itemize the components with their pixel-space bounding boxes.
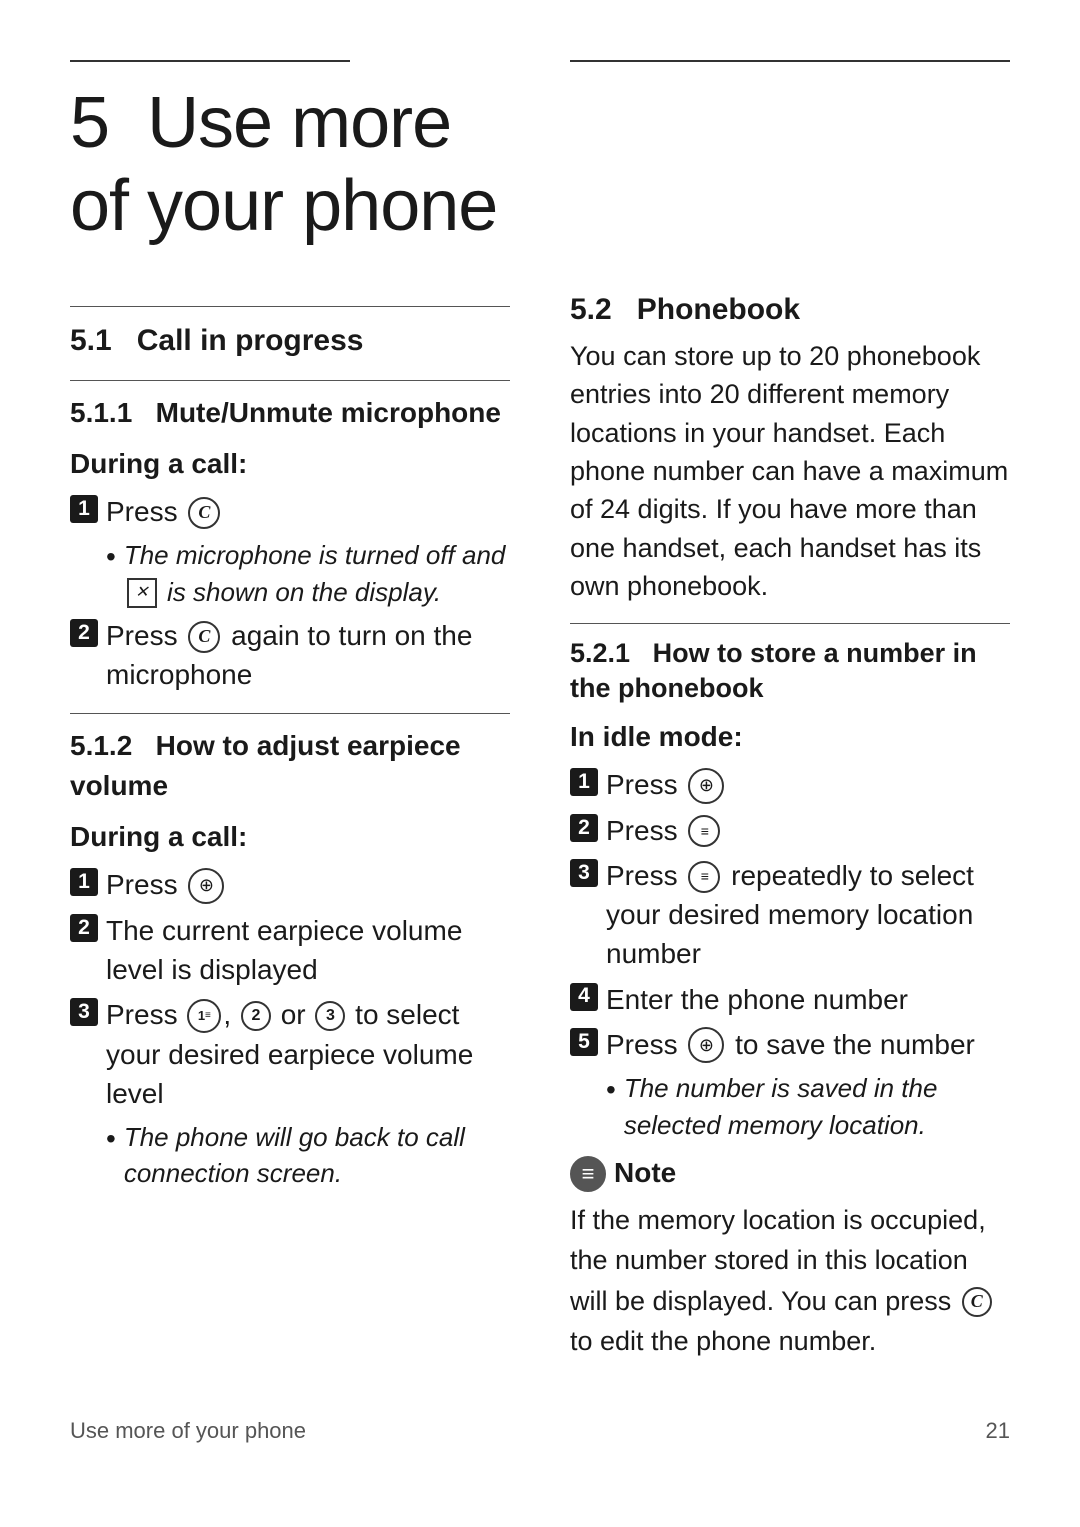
step-512-2: 2 The current earpiece volume level is d…	[70, 911, 510, 989]
icon-menu-521-3: ≡	[688, 861, 720, 893]
icon-c-unmute: C	[188, 621, 220, 653]
icon-nav-512-1: ⊕	[188, 868, 224, 904]
during-label-511: During a call:	[70, 444, 510, 485]
step-521-3: 3 Press ≡ repeatedly to select your desi…	[570, 856, 1010, 974]
step-num-2: 2	[70, 619, 98, 647]
heading-512: 5.1.2 How to adjust earpiece volume	[70, 726, 510, 807]
steps-512: 1 Press ⊕ 2 The current earpiece volume …	[70, 865, 510, 1191]
step-text-521-5: Press ⊕ to save the number	[606, 1025, 1010, 1065]
col-right: 5.2 Phonebook You can store up to 20 pho…	[570, 288, 1010, 1386]
footer-text: Use more of your phone	[70, 1415, 306, 1447]
note-icon: ≡	[570, 1156, 606, 1192]
step-512-3: 3 Press 1≡, 2 or 3 to select your desire…	[70, 995, 510, 1113]
divider-512	[70, 713, 510, 714]
icon-c-note: C	[962, 1287, 992, 1317]
heading-52: 5.2 Phonebook	[570, 293, 800, 326]
heading-521: 5.2.1 How to store a number in the phone…	[570, 636, 1010, 706]
top-rule-right	[570, 60, 1010, 62]
icon-nav-521-1: ⊕	[688, 768, 724, 804]
top-rule-left	[70, 60, 350, 62]
step-num-512-2: 2	[70, 914, 98, 942]
heading-51: 5.1 Call in progress	[70, 319, 510, 363]
step-512-1: 1 Press ⊕	[70, 865, 510, 905]
step-text-512-3: Press 1≡, 2 or 3 to select your desired …	[106, 995, 510, 1113]
note-block: ≡ Note	[570, 1153, 1010, 1194]
bullet-512-1: • The phone will go back to call connect…	[70, 1119, 510, 1192]
page: 5 Use more of your phone 5.1 Call in pro…	[0, 0, 1080, 1527]
step-511-2: 2 Press C again to turn on the microphon…	[70, 616, 510, 694]
step-521-5: 5 Press ⊕ to save the number	[570, 1025, 1010, 1065]
step-text-512-1: Press ⊕	[106, 865, 510, 905]
step-text-511-2: Press C again to turn on the microphone	[106, 616, 510, 694]
bullet-text-511-1: The microphone is turned off and ✕ is sh…	[124, 537, 510, 610]
in-idle-label: In idle mode:	[570, 717, 1010, 758]
icon-2-vol: 2	[241, 1001, 271, 1031]
note-label: Note	[614, 1153, 676, 1194]
step-text-521-1: Press ⊕	[606, 765, 1010, 805]
two-col-layout: 5.1 Call in progress 5.1.1 Mute/Unmute m…	[70, 288, 1010, 1386]
divider-521	[570, 623, 1010, 624]
chapter-title: 5 Use more of your phone	[70, 82, 510, 248]
icon-x-display: ✕	[127, 578, 157, 608]
step-num-521-4: 4	[570, 983, 598, 1011]
phonebook-intro: You can store up to 20 phonebook entries…	[570, 337, 1010, 605]
steps-521: 1 Press ⊕ 2 Press ≡ 3 Press ≡ repea	[570, 765, 1010, 1143]
icon-menu-521-2: ≡	[688, 815, 720, 847]
step-521-2: 2 Press ≡	[570, 811, 1010, 850]
bullet-text-512-1: The phone will go back to call connectio…	[124, 1119, 510, 1192]
step-num-512-1: 1	[70, 868, 98, 896]
icon-nav-521-5: ⊕	[688, 1027, 724, 1063]
col-left: 5.1 Call in progress 5.1.1 Mute/Unmute m…	[70, 288, 510, 1386]
icon-3-vol: 3	[315, 1001, 345, 1031]
step-num-521-1: 1	[570, 768, 598, 796]
bullet-text-521-1: The number is saved in the selected memo…	[624, 1070, 1010, 1143]
note-text: If the memory location is occupied, the …	[570, 1205, 995, 1357]
divider-51	[70, 306, 510, 307]
divider-511	[70, 380, 510, 381]
icon-c-mute: C	[188, 497, 220, 529]
step-521-4: 4 Enter the phone number	[570, 980, 1010, 1019]
footer-page: 21	[986, 1415, 1010, 1447]
step-521-1: 1 Press ⊕	[570, 765, 1010, 805]
heading-511: 5.1.1 Mute/Unmute microphone	[70, 393, 510, 434]
step-num-521-2: 2	[570, 814, 598, 842]
icon-1-vol: 1≡	[187, 999, 221, 1033]
steps-511: 1 Press C • The microphone is turned off…	[70, 492, 510, 694]
step-num-521-3: 3	[570, 859, 598, 887]
page-footer: Use more of your phone 21	[70, 1385, 1010, 1447]
step-text-521-4: Enter the phone number	[606, 980, 1010, 1019]
step-text-512-2: The current earpiece volume level is dis…	[106, 911, 510, 989]
step-text-521-3: Press ≡ repeatedly to select your desire…	[606, 856, 1010, 974]
bullet-511-1: • The microphone is turned off and ✕ is …	[70, 537, 510, 610]
bullet-521-1: • The number is saved in the selected me…	[570, 1070, 1010, 1143]
step-num-1: 1	[70, 495, 98, 523]
step-text-511-1: Press C	[106, 492, 510, 531]
step-num-512-3: 3	[70, 998, 98, 1026]
during-label-512: During a call:	[70, 817, 510, 858]
step-num-521-5: 5	[570, 1028, 598, 1056]
step-511-1: 1 Press C	[70, 492, 510, 531]
step-text-521-2: Press ≡	[606, 811, 1010, 850]
